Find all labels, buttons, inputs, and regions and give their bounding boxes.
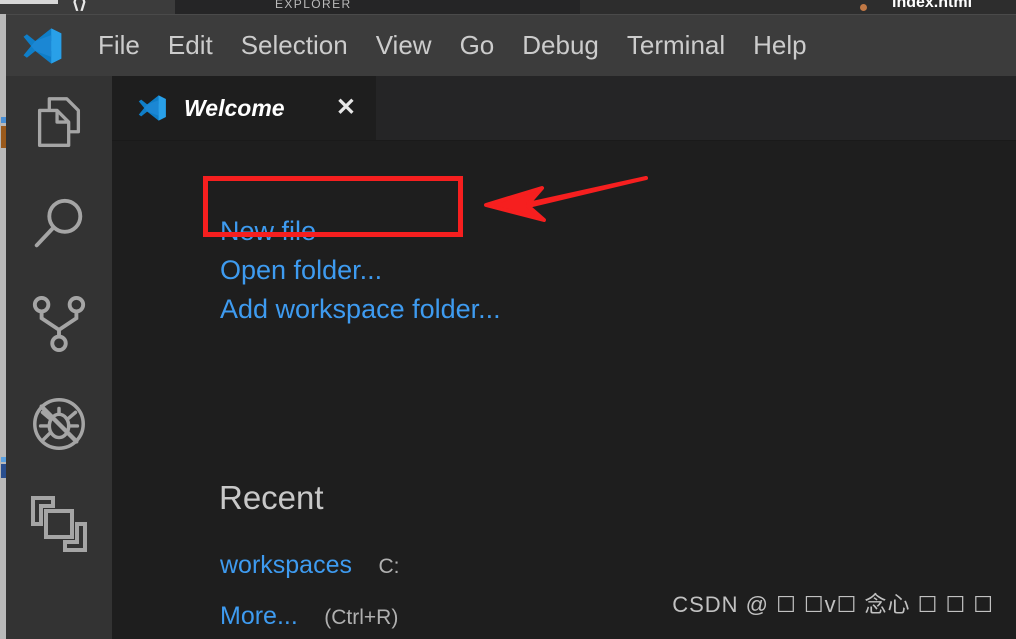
editor-area: Welcome ✕ New file Open folder... Add wo… (112, 76, 1016, 639)
vscode-icon (136, 93, 170, 123)
recent-more[interactable]: More... (Ctrl+R) (220, 602, 398, 631)
background-window-strip: ⟨⟩ EXPLORER index.html (0, 0, 1016, 14)
recent-heading: Recent (219, 479, 324, 516)
menu-item-terminal[interactable]: Terminal (613, 27, 739, 64)
menu-bar: File Edit Selection View Go Debug Termin… (6, 14, 1016, 76)
vscode-logo-icon (20, 24, 64, 68)
tab-title: Welcome (184, 94, 285, 121)
source-control-icon (30, 293, 88, 360)
link-new-file[interactable]: New file (220, 216, 316, 247)
menu-item-go[interactable]: Go (446, 27, 509, 64)
activity-bar-item-explorer[interactable] (6, 76, 112, 176)
activity-bar (6, 76, 112, 639)
background-tab-modified-dot (860, 4, 867, 11)
menu-item-selection[interactable]: Selection (227, 27, 362, 64)
menu-item-debug[interactable]: Debug (508, 27, 613, 64)
link-open-folder[interactable]: Open folder... (220, 255, 382, 286)
recent-entry-path: C: (378, 555, 400, 578)
tab-bar: Welcome ✕ (112, 76, 1016, 141)
link-add-workspace-folder[interactable]: Add workspace folder... (220, 294, 501, 325)
activity-bar-item-search[interactable] (6, 176, 112, 276)
recent-entry-name[interactable]: workspaces (220, 551, 352, 579)
recent-more-label[interactable]: More... (220, 602, 298, 630)
search-icon (28, 193, 90, 260)
activity-bar-item-debug[interactable] (6, 376, 112, 476)
recent-entry[interactable]: workspaces C: (220, 551, 399, 580)
welcome-page: New file Open folder... Add workspace fo… (112, 141, 1016, 639)
menu-item-file[interactable]: File (84, 27, 154, 64)
background-explorer-label: EXPLORER (175, 0, 580, 14)
activity-bar-item-extensions[interactable] (6, 476, 112, 576)
menu-item-view[interactable]: View (362, 27, 446, 64)
watermark: CSDN @ ☐ ☐v☐ 念心 ☐ ☐ ☐ (672, 592, 994, 617)
background-window-button (0, 0, 58, 4)
activity-bar-item-source-control[interactable] (6, 276, 112, 376)
menu-item-help[interactable]: Help (739, 27, 820, 64)
close-icon[interactable]: ✕ (336, 96, 356, 120)
extensions-icon (29, 494, 89, 559)
background-tab-title: index.html (892, 0, 973, 11)
menu-item-edit[interactable]: Edit (154, 27, 227, 64)
tab-welcome[interactable]: Welcome ✕ (112, 76, 377, 140)
vscode-window: ⟨⟩ EXPLORER index.html File Edit Selecti… (0, 0, 1016, 639)
background-window-logo-icon: ⟨⟩ (72, 0, 87, 13)
debug-disabled-icon (28, 393, 90, 460)
recent-more-shortcut: (Ctrl+R) (324, 606, 399, 629)
files-icon (28, 93, 90, 160)
